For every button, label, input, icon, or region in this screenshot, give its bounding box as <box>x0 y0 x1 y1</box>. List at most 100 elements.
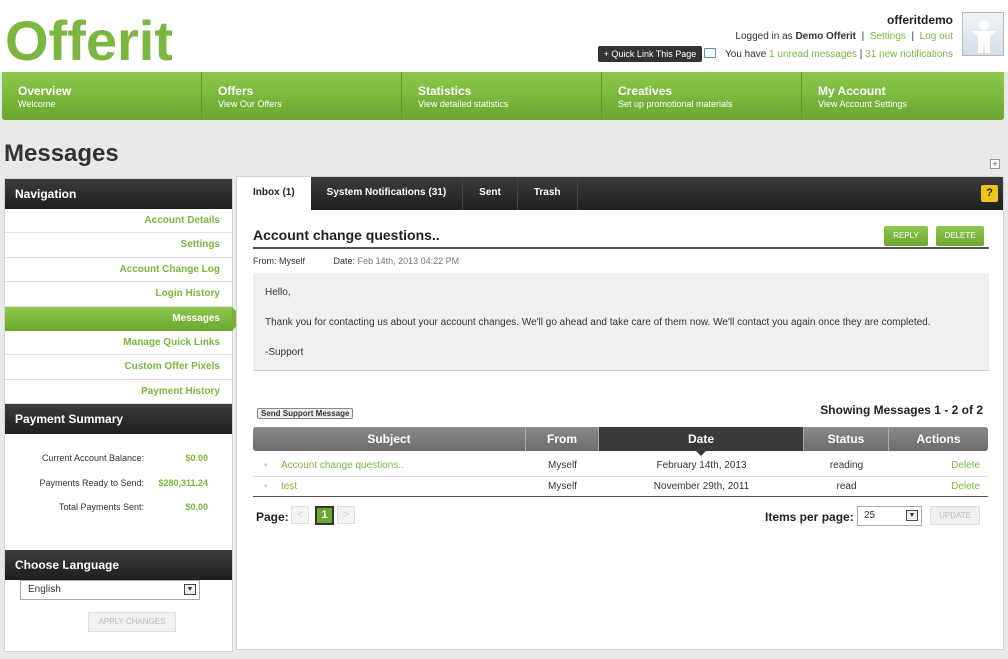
main-nav: Overview Welcome Offers View Our Offers … <box>2 72 1004 120</box>
page-title: Messages <box>4 140 119 167</box>
you-have-text: You have <box>725 49 767 60</box>
avatar-icon <box>972 20 996 53</box>
notifications-link[interactable]: 31 new notifications <box>865 49 953 60</box>
payment-label: Current Account Balance: <box>41 453 144 464</box>
nav-overview[interactable]: Overview Welcome <box>2 72 202 120</box>
column-from[interactable]: From <box>526 427 599 451</box>
column-date[interactable]: Date <box>599 427 804 456</box>
offerit-logo[interactable]: Offerit <box>2 6 172 68</box>
next-page-button[interactable]: > <box>337 506 355 524</box>
page-label: Page: <box>256 510 289 524</box>
table-row: test Myself November 29th, 2011 read Del… <box>253 476 988 497</box>
payment-value: $0.00 <box>185 453 208 464</box>
help-icon[interactable]: ? <box>981 185 998 202</box>
send-support-message-button[interactable]: Send Support Message <box>257 408 354 419</box>
column-actions: Actions <box>916 432 961 446</box>
prev-page-button[interactable]: < <box>291 506 309 524</box>
notification-line: You have 1 unread messages | 31 new noti… <box>704 48 953 60</box>
delete-button[interactable]: DELETE <box>936 226 984 246</box>
nav-statistics[interactable]: Statistics View detailed statistics <box>402 72 602 120</box>
body-line: Thank you for contacting us about your a… <box>265 317 931 328</box>
logout-link[interactable]: Log out <box>920 31 953 42</box>
separator: | <box>861 31 865 42</box>
tab-inbox[interactable]: Inbox (1) <box>237 177 311 210</box>
reply-button[interactable]: REPLY <box>884 226 928 246</box>
row-status: reading <box>829 460 864 471</box>
nav-title: My Account <box>818 84 886 98</box>
unread-messages-link[interactable]: 1 unread messages <box>769 49 857 60</box>
tab-system-notifications[interactable]: System Notifications (31) <box>311 177 464 210</box>
message-subject: Account change questions.. <box>253 227 440 243</box>
payment-label: Payments Ready to Send: <box>39 477 144 488</box>
sidebar-item-login-history[interactable]: Login History <box>5 282 232 307</box>
row-status: read <box>836 481 857 492</box>
nav-subtitle: View detailed statistics <box>418 99 509 109</box>
date-label: Date: <box>333 256 356 266</box>
from-value: Myself <box>279 256 306 266</box>
expand-icon[interactable]: + <box>990 159 1000 169</box>
select-arrow-icon: ▼ <box>184 584 196 595</box>
quick-link-button[interactable]: + Quick Link This Page <box>598 46 702 62</box>
divider <box>253 247 989 249</box>
logo-text: Offerit <box>5 9 172 68</box>
language-label: Language: <box>20 566 71 577</box>
separator: | <box>859 49 863 60</box>
nav-my-account[interactable]: My Account View Account Settings <box>802 72 1004 120</box>
logged-in-prefix: Logged in as <box>735 31 793 42</box>
sidebar: Navigation Account Details Settings Acco… <box>4 178 243 652</box>
column-subject[interactable]: Subject <box>253 427 526 451</box>
nav-creatives[interactable]: Creatives Set up promotional materials <box>602 72 802 120</box>
sidebar-item-account-change-log[interactable]: Account Change Log <box>5 258 232 283</box>
logged-in-name: Demo Offerit <box>795 31 857 42</box>
sidebar-item-messages[interactable]: Messages <box>5 306 243 331</box>
tabs-bar: Inbox (1) System Notifications (31) Sent… <box>237 177 1003 210</box>
payment-label: Total Payments Sent: <box>58 502 144 513</box>
logged-in-line: Logged in as Demo Offerit | Settings | L… <box>735 31 953 42</box>
items-per-page-value: 25 <box>864 510 876 521</box>
avatar[interactable] <box>962 12 1004 56</box>
username: offeritdemo <box>887 13 953 27</box>
date-value: Feb 14th, 2013 04:22 PM <box>357 256 460 266</box>
table-row: Account change questions.. Myself Februa… <box>253 455 988 476</box>
nav-subtitle: View Our Offers <box>218 99 282 109</box>
settings-link[interactable]: Settings <box>870 31 906 42</box>
payment-row: Total Payments Sent: $0.00 <box>5 495 232 520</box>
nav-subtitle: View Account Settings <box>818 99 907 109</box>
row-from: Myself <box>548 460 577 471</box>
sidebar-item-settings[interactable]: Settings <box>5 233 232 258</box>
row-subject-link[interactable]: test <box>253 476 526 497</box>
message-meta: From: Myself Date: Feb 14th, 2013 04:22 … <box>253 256 459 266</box>
tab-trash[interactable]: Trash <box>518 177 578 210</box>
sidebar-item-account-details[interactable]: Account Details <box>5 209 232 234</box>
row-from: Myself <box>548 481 577 492</box>
payment-row: Current Account Balance: $0.00 <box>5 446 232 471</box>
nav-title: Creatives <box>618 84 673 98</box>
language-value: English <box>28 584 61 595</box>
navigation-heading: Navigation <box>5 179 232 209</box>
language-select[interactable]: English ▼ <box>20 580 200 600</box>
row-delete-link[interactable]: Delete <box>889 476 988 497</box>
nav-offers[interactable]: Offers View Our Offers <box>202 72 402 120</box>
messages-panel: Inbox (1) System Notifications (31) Sent… <box>236 176 1004 650</box>
separator: | <box>911 31 915 42</box>
update-button[interactable]: UPDATE <box>930 506 980 525</box>
row-subject-link[interactable]: Account change questions.. <box>253 455 526 476</box>
payment-value: $0.00 <box>185 502 208 513</box>
showing-count: Showing Messages 1 - 2 of 2 <box>820 403 983 417</box>
nav-title: Statistics <box>418 84 472 98</box>
sidebar-item-payment-history[interactable]: Payment History <box>5 380 232 405</box>
sidebar-item-custom-offer-pixels[interactable]: Custom Offer Pixels <box>5 355 232 380</box>
items-per-page-select[interactable]: 25 ▼ <box>857 506 922 526</box>
payment-summary-heading: Payment Summary <box>5 404 232 435</box>
header: Offerit offeritdemo Logged in as Demo Of… <box>0 0 1008 72</box>
select-arrow-icon: ▼ <box>906 510 918 521</box>
sidebar-item-manage-quick-links[interactable]: Manage Quick Links <box>5 331 232 356</box>
nav-title: Offers <box>218 84 254 98</box>
current-page-button[interactable]: 1 <box>315 506 334 525</box>
apply-changes-button[interactable]: APPLY CHANGES <box>88 612 176 632</box>
items-per-page-label: Items per page: <box>765 510 854 524</box>
tab-sent[interactable]: Sent <box>463 177 518 210</box>
column-status[interactable]: Status <box>804 427 889 451</box>
nav-title: Overview <box>18 84 72 98</box>
row-delete-link[interactable]: Delete <box>889 455 988 476</box>
